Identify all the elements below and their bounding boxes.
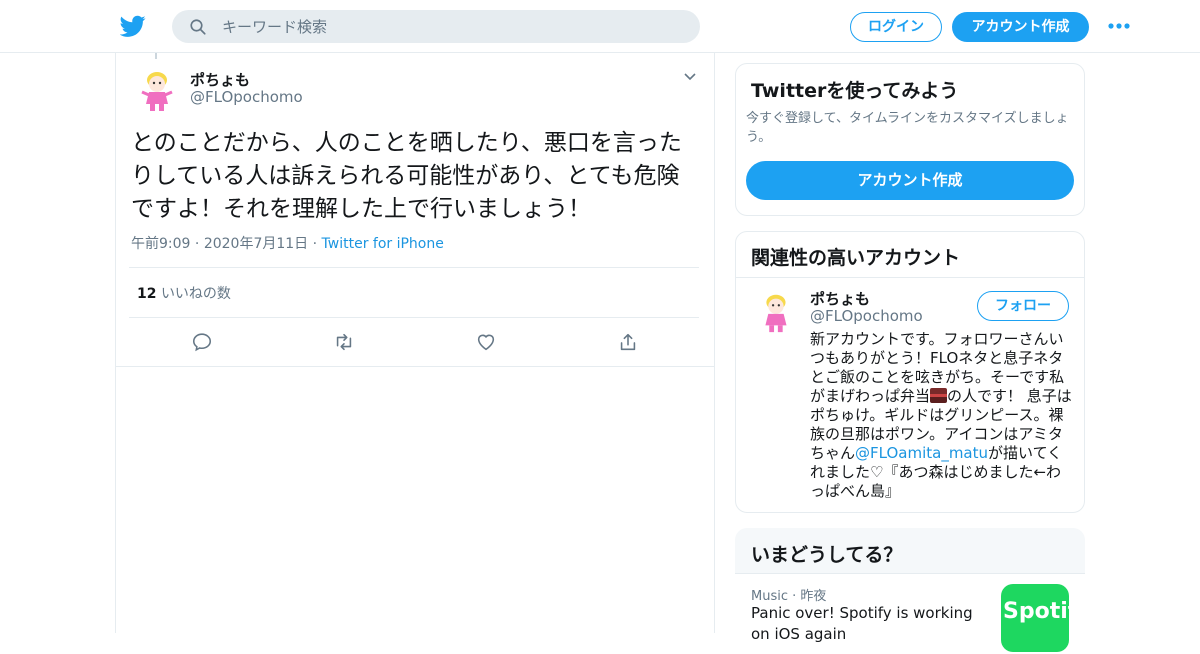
follow-button[interactable]: フォロー bbox=[977, 291, 1069, 321]
related-account-avatar[interactable] bbox=[752, 289, 798, 335]
related-accounts-card: 関連性の高いアカウント ポちょも @FLOpochomo フォロー 新アカウント… bbox=[735, 231, 1085, 513]
trend-category-label: Music bbox=[751, 589, 788, 604]
trend-time: 昨夜 bbox=[800, 589, 827, 604]
trend-thumbnail: Spotify bbox=[1001, 584, 1069, 652]
signup-button[interactable]: アカウント作成 bbox=[952, 12, 1089, 42]
like-heart-icon[interactable] bbox=[475, 331, 497, 353]
trend-item[interactable]: Music · 昨夜 Panic over! Spotify is workin… bbox=[735, 574, 1085, 654]
separator-dot: · bbox=[194, 236, 204, 252]
likes-count-row[interactable]: 12 いいねの数 bbox=[137, 283, 231, 303]
search-icon bbox=[190, 19, 206, 35]
divider bbox=[736, 277, 1084, 278]
bio-mention-link[interactable]: @FLOamita_matu bbox=[855, 444, 988, 462]
more-icon[interactable] bbox=[1107, 22, 1131, 30]
author-name[interactable]: ポちょも bbox=[190, 69, 250, 90]
tweet-date[interactable]: 2020年7月11日 bbox=[204, 236, 308, 252]
try-twitter-card: Twitterを使ってみよう 今すぐ登録して、タイムラインをカスタマイズしましょ… bbox=[735, 63, 1085, 216]
separator-dot: · bbox=[312, 236, 322, 252]
trend-headline: Panic over! Spotify is working on iOS ag… bbox=[751, 604, 973, 643]
divider bbox=[115, 366, 715, 367]
reply-icon[interactable] bbox=[191, 331, 213, 353]
tweet-source-link[interactable]: Twitter for iPhone bbox=[322, 236, 444, 252]
divider bbox=[129, 267, 699, 268]
author-handle[interactable]: @FLOpochomo bbox=[190, 88, 303, 106]
likes-count: 12 bbox=[137, 286, 157, 302]
related-account-bio: 新アカウントです。フォロワーさんいつもありがとう！FLOネタと息子ネタとご飯のこ… bbox=[810, 330, 1072, 501]
related-account-handle[interactable]: @FLOpochomo bbox=[810, 307, 923, 325]
retweet-icon[interactable] bbox=[333, 331, 355, 353]
tweet-time[interactable]: 午前9:09 bbox=[131, 236, 190, 252]
top-bar: ログイン アカウント作成 bbox=[0, 0, 1200, 53]
trends-card: いまどうしてる？ Music · 昨夜 Panic over! Spotify … bbox=[735, 528, 1085, 654]
login-button[interactable]: ログイン bbox=[850, 12, 942, 42]
search-box[interactable] bbox=[172, 10, 700, 43]
author-avatar[interactable] bbox=[132, 66, 180, 114]
share-icon[interactable] bbox=[617, 331, 639, 353]
card-title: いまどうしてる？ bbox=[751, 544, 903, 566]
tweet-text: とのことだから、人のことを晒したり、悪口を言ったりしている人は訴えられる可能性が… bbox=[131, 130, 682, 222]
tweet-meta: 午前9:09 · 2020年7月11日 · Twitter for iPhone bbox=[131, 233, 444, 253]
signup-cta-button[interactable]: アカウント作成 bbox=[746, 161, 1074, 200]
thread-connector bbox=[155, 53, 157, 59]
card-description: 今すぐ登録して、タイムラインをカスタマイズしましょう。 bbox=[746, 111, 1069, 145]
related-account-name[interactable]: ポちょも bbox=[810, 288, 870, 309]
divider bbox=[129, 317, 699, 318]
search-input[interactable] bbox=[222, 10, 682, 43]
thumbnail-text: Spotify bbox=[1003, 599, 1069, 624]
avatar-illustration bbox=[765, 294, 787, 333]
trend-category: Music · 昨夜 bbox=[751, 589, 827, 604]
card-title: Twitterを使ってみよう bbox=[751, 80, 959, 102]
likes-label: いいねの数 bbox=[160, 286, 231, 302]
chevron-down-icon[interactable] bbox=[683, 70, 697, 84]
avatar-illustration bbox=[141, 72, 173, 111]
bento-emoji-icon bbox=[930, 388, 948, 403]
card-title: 関連性の高いアカウント bbox=[751, 247, 961, 269]
twitter-logo-icon[interactable] bbox=[120, 13, 146, 39]
